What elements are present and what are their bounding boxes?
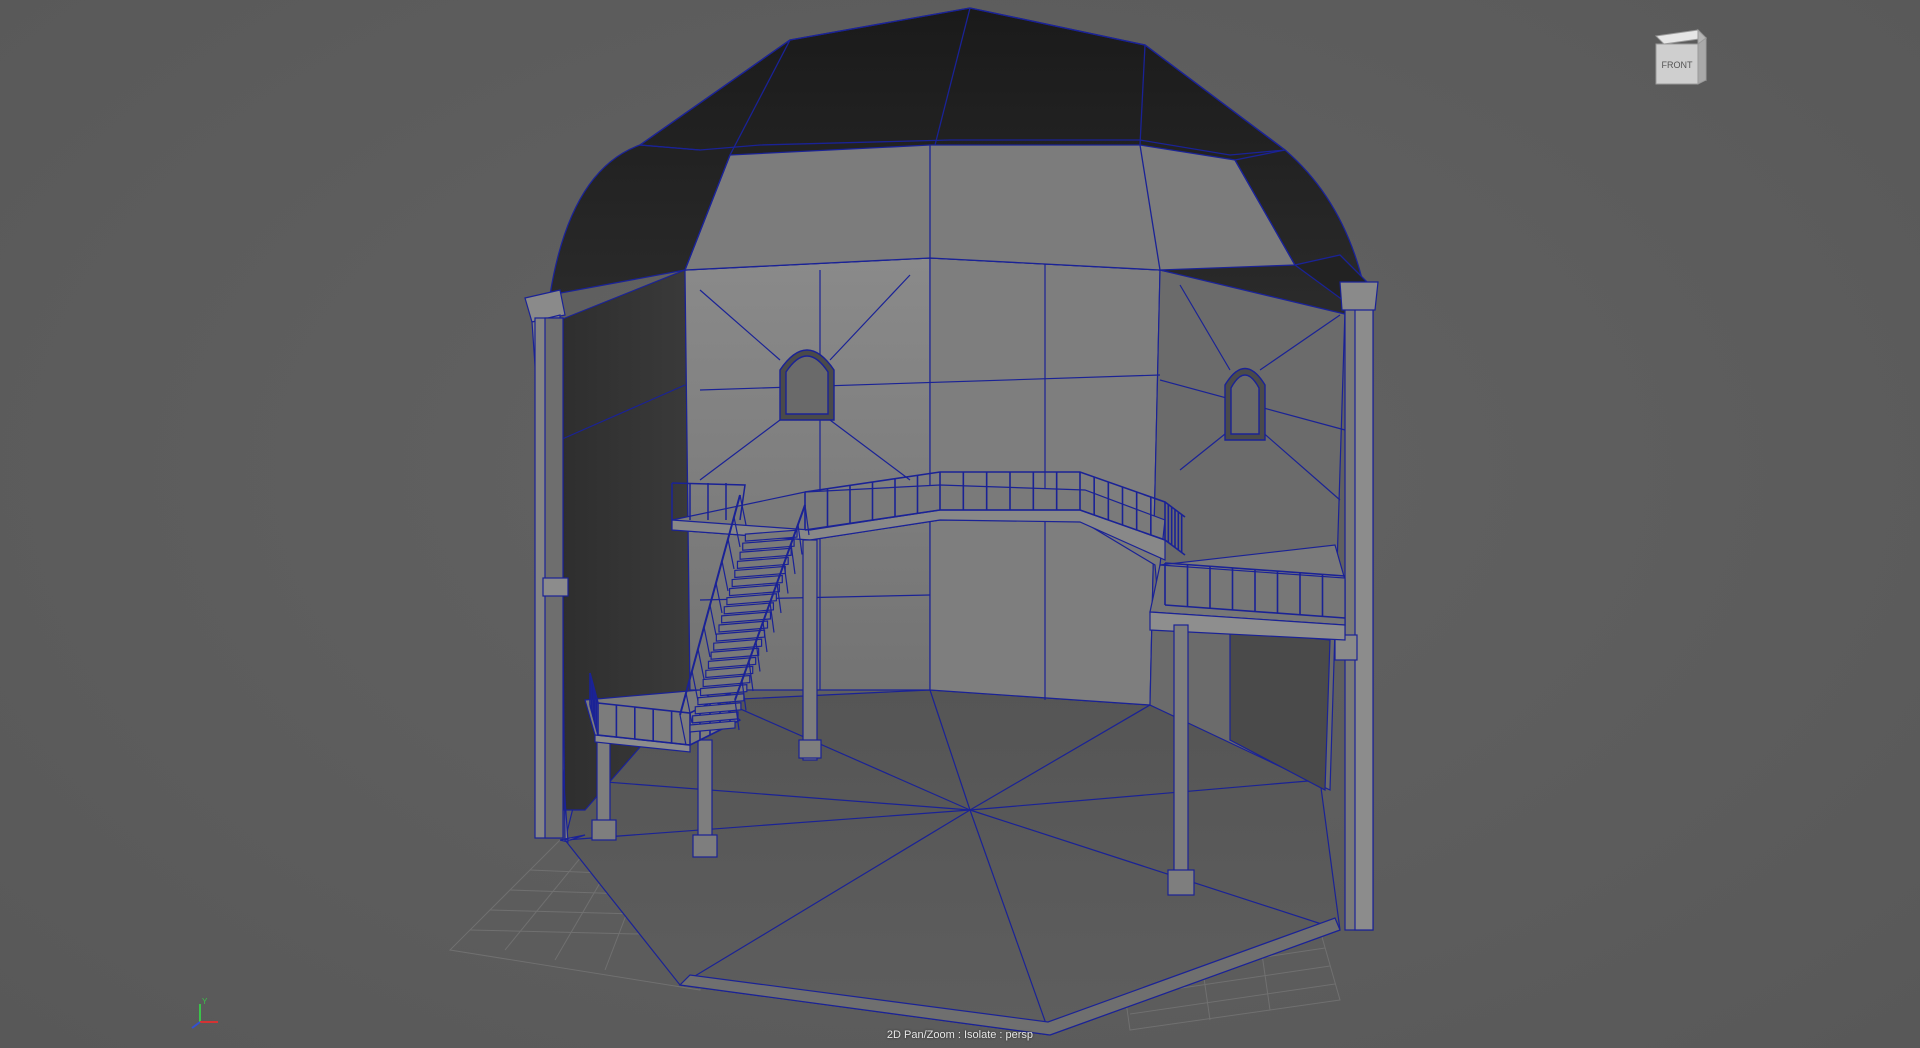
- axis-gizmo-icon: Y: [191, 997, 218, 1029]
- viewcube-face-label: FRONT: [1662, 60, 1693, 70]
- axis-y-label: Y: [202, 997, 208, 1006]
- viewcube-icon[interactable]: FRONT: [1648, 26, 1712, 90]
- scene-canvas[interactable]: [0, 0, 1920, 1048]
- perspective-viewport[interactable]: FRONT Y 2D Pan/Zoom : Isolate : persp: [0, 0, 1920, 1048]
- arched-window-right: [1224, 368, 1266, 441]
- arched-window-left: [779, 349, 835, 421]
